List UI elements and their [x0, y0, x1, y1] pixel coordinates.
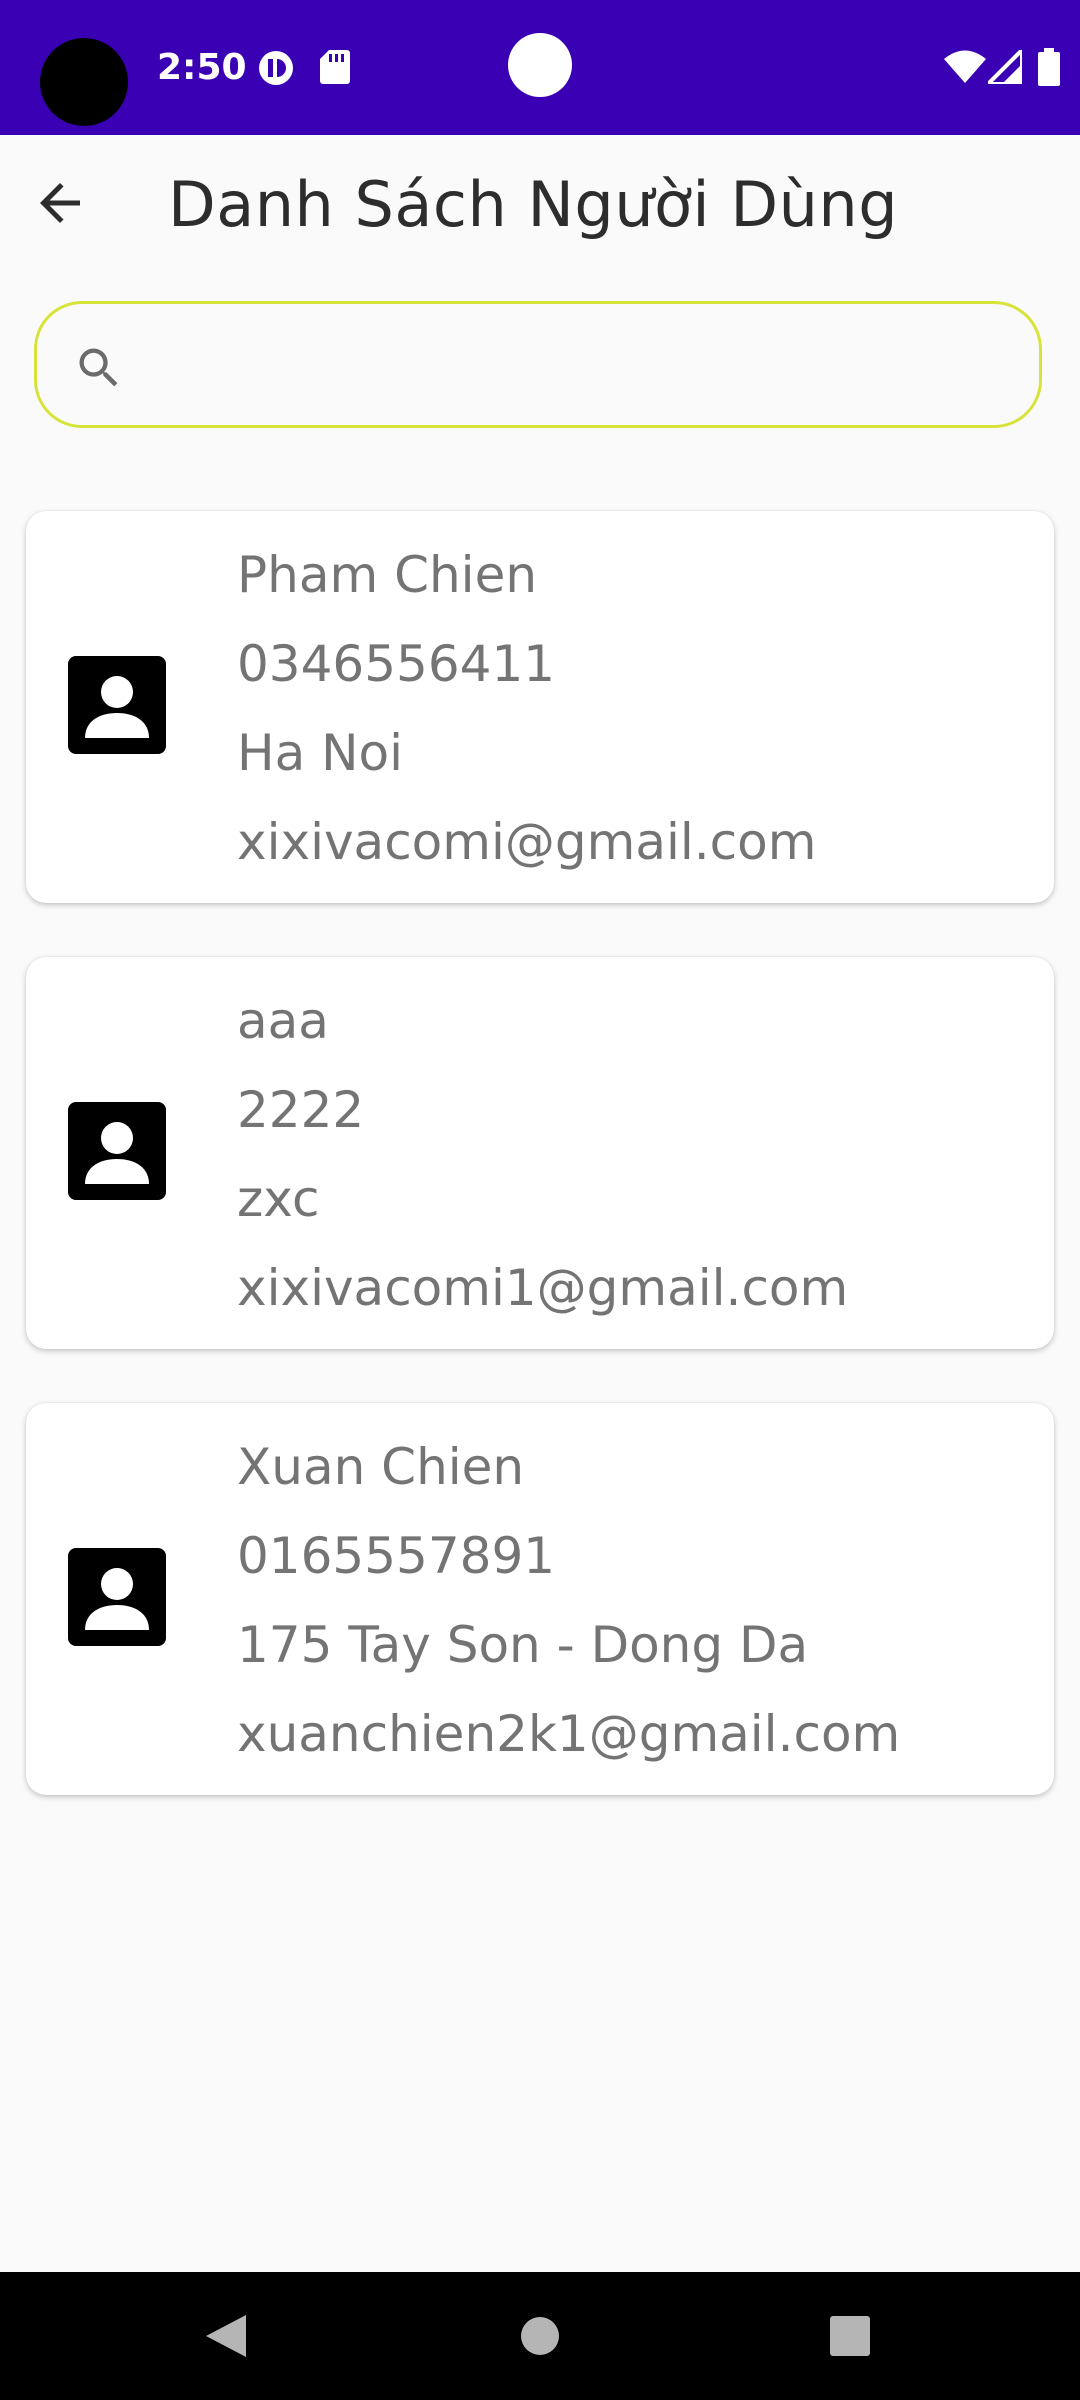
user-phone: 2222: [237, 1081, 365, 1139]
nav-back-button[interactable]: [166, 2272, 286, 2400]
cellular-signal-icon: [983, 45, 1024, 88]
nav-recents-button[interactable]: [790, 2272, 910, 2400]
sd-card-icon: [320, 50, 350, 88]
user-name: aaa: [237, 992, 329, 1050]
contact-icon: [68, 656, 166, 754]
contact-icon: [68, 1102, 166, 1200]
app-bar: Danh Sách Người Dùng: [0, 135, 1080, 275]
nav-home-button[interactable]: [480, 2272, 600, 2400]
system-nav-bar: [0, 2272, 1080, 2400]
recents-square-icon: [830, 2316, 870, 2356]
battery-icon: [1038, 48, 1060, 90]
search-icon: [73, 342, 125, 398]
home-circle-icon: [521, 2317, 559, 2355]
notification-dot: [508, 33, 572, 97]
user-address: Ha Noi: [237, 724, 404, 782]
sync-icon: [258, 50, 294, 90]
status-time: 2:50: [157, 47, 247, 88]
user-email: xuanchien2k1@gmail.com: [237, 1705, 901, 1763]
camera-cutout: [40, 38, 128, 126]
page-title: Danh Sách Người Dùng: [168, 168, 899, 241]
user-email: xixivacomi@gmail.com: [237, 813, 817, 871]
user-email: xixivacomi1@gmail.com: [237, 1259, 849, 1317]
back-button[interactable]: [20, 163, 100, 243]
user-address: 175 Tay Son - Dong Da: [237, 1616, 809, 1674]
back-triangle-icon: [206, 2315, 246, 2357]
user-card[interactable]: Xuan Chien 0165557891 175 Tay Son - Dong…: [26, 1403, 1054, 1795]
user-name: Xuan Chien: [237, 1438, 525, 1496]
search-input[interactable]: [147, 322, 1011, 410]
user-phone: 0346556411: [237, 635, 556, 693]
wifi-icon: [944, 50, 986, 88]
search-box[interactable]: [34, 301, 1042, 428]
user-phone: 0165557891: [237, 1527, 556, 1585]
user-name: Pham Chien: [237, 546, 538, 604]
user-card[interactable]: Pham Chien 0346556411 Ha Noi xixivacomi@…: [26, 511, 1054, 903]
arrow-back-icon: [40, 183, 80, 223]
user-card[interactable]: aaa 2222 zxc xixivacomi1@gmail.com: [26, 957, 1054, 1349]
contact-icon: [68, 1548, 166, 1646]
user-address: zxc: [237, 1170, 320, 1228]
status-bar: 2:50: [0, 0, 1080, 135]
